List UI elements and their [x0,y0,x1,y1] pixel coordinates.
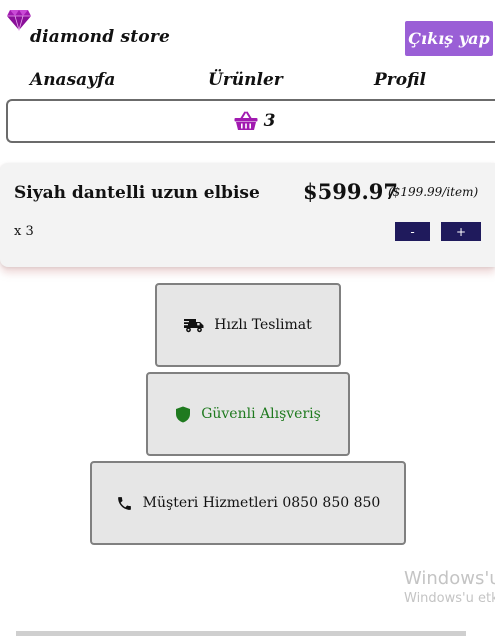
feature-label: Hızlı Teslimat [214,317,312,333]
feature-fast-delivery[interactable]: Hızlı Teslimat [155,283,341,367]
increase-quantity-button[interactable]: + [441,222,481,241]
decrease-quantity-button[interactable]: - [395,222,430,241]
item-unit-price: ($199.99/item) [388,185,479,199]
cart-bar[interactable]: 3 [6,99,495,143]
diamond-icon [7,10,31,31]
nav-item-products[interactable]: Ürünler [208,70,283,90]
activation-watermark: Windows'u Windows'u etk [404,568,495,606]
feature-secure-shopping[interactable]: Güvenli Alışveriş [146,372,350,456]
header: diamond store Çıkış yap [0,0,495,64]
nav-item-profile[interactable]: Profil [374,70,426,90]
feature-label: Güvenli Alışveriş [201,406,321,422]
item-name: Siyah dantelli uzun elbise [14,183,260,203]
logout-button[interactable]: Çıkış yap [405,21,493,56]
cart-item-card: Siyah dantelli uzun elbise $599.97 ($199… [0,163,495,267]
item-quantity: x 3 [14,224,34,239]
main-nav: Anasayfa Ürünler Profil [0,70,495,96]
truck-icon [184,318,204,332]
watermark-title: Windows'u [404,568,495,589]
feature-customer-service[interactable]: Müşteri Hizmetleri 0850 850 850 [90,461,406,545]
horizontal-scrollbar[interactable] [16,631,466,636]
basket-icon [234,111,258,130]
watermark-subtitle: Windows'u etk [404,591,495,606]
feature-label: Müşteri Hizmetleri 0850 850 850 [142,495,381,511]
phone-icon [117,496,131,510]
brand-name[interactable]: diamond store [30,27,170,47]
item-total-price: $599.97 [303,179,398,204]
cart-count: 3 [263,111,276,131]
shield-icon [176,406,191,422]
nav-item-home[interactable]: Anasayfa [30,70,115,90]
